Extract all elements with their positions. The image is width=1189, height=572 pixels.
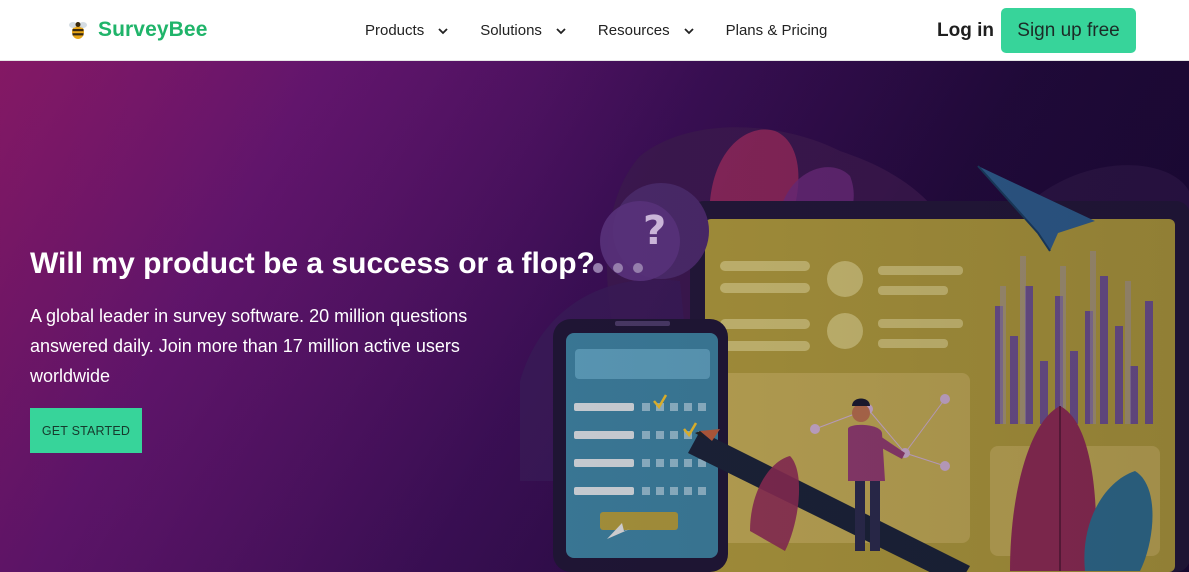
- top-navbar: SurveyBee Products Solutions Resources P…: [0, 0, 1189, 61]
- login-link[interactable]: Log in: [937, 20, 994, 42]
- hero-title: Will my product be a success or a flop?: [30, 247, 595, 280]
- nav-products-label: Products: [365, 22, 425, 39]
- brand-name: SurveyBee: [98, 18, 208, 41]
- nav-solutions-label: Solutions: [480, 22, 542, 39]
- nav-resources[interactable]: Resources: [598, 22, 695, 39]
- nav-products[interactable]: Products: [365, 22, 449, 39]
- main-nav: Products Solutions Resources Plans & Pri…: [365, 22, 827, 39]
- signup-button[interactable]: Sign up free: [1001, 8, 1136, 53]
- nav-plans-pricing-label: Plans & Pricing: [725, 22, 828, 39]
- chevron-down-icon: [556, 27, 566, 34]
- hero-subtitle: A global leader in survey software. 20 m…: [30, 306, 468, 386]
- nav-resources-label: Resources: [597, 22, 670, 39]
- brand-logo[interactable]: SurveyBee: [66, 18, 207, 42]
- chevron-down-icon: [438, 27, 448, 34]
- hero-section: ?: [0, 61, 1189, 572]
- get-started-button[interactable]: GET STARTED: [30, 408, 142, 453]
- nav-solutions[interactable]: Solutions: [480, 22, 567, 39]
- nav-plans-pricing[interactable]: Plans & Pricing: [726, 22, 828, 39]
- bee-icon: [69, 22, 87, 39]
- chevron-down-icon: [683, 27, 694, 34]
